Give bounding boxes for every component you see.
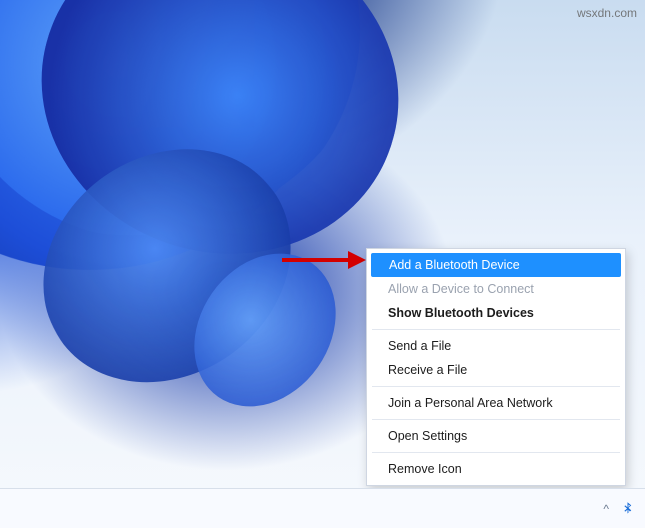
menu-item-allow-connect: Allow a Device to Connect	[370, 277, 622, 301]
menu-item-send-file[interactable]: Send a File	[370, 334, 622, 358]
taskbar: ^	[0, 488, 645, 528]
system-tray: ^	[603, 501, 635, 517]
watermark-text: wsxdn.com	[577, 6, 637, 20]
menu-item-remove-icon[interactable]: Remove Icon	[370, 457, 622, 481]
tray-overflow-chevron-icon[interactable]: ^	[603, 502, 609, 516]
menu-item-add-bt-device[interactable]: Add a Bluetooth Device	[371, 253, 621, 277]
menu-separator	[372, 419, 620, 420]
menu-item-show-bt[interactable]: Show Bluetooth Devices	[370, 301, 622, 325]
annotation-arrow	[282, 252, 372, 268]
menu-item-join-pan[interactable]: Join a Personal Area Network	[370, 391, 622, 415]
menu-separator	[372, 452, 620, 453]
bluetooth-icon[interactable]	[619, 501, 635, 517]
menu-separator	[372, 329, 620, 330]
menu-separator	[372, 386, 620, 387]
menu-item-receive-file[interactable]: Receive a File	[370, 358, 622, 382]
bluetooth-context-menu: Add a Bluetooth DeviceAllow a Device to …	[366, 248, 626, 486]
menu-item-open-settings[interactable]: Open Settings	[370, 424, 622, 448]
